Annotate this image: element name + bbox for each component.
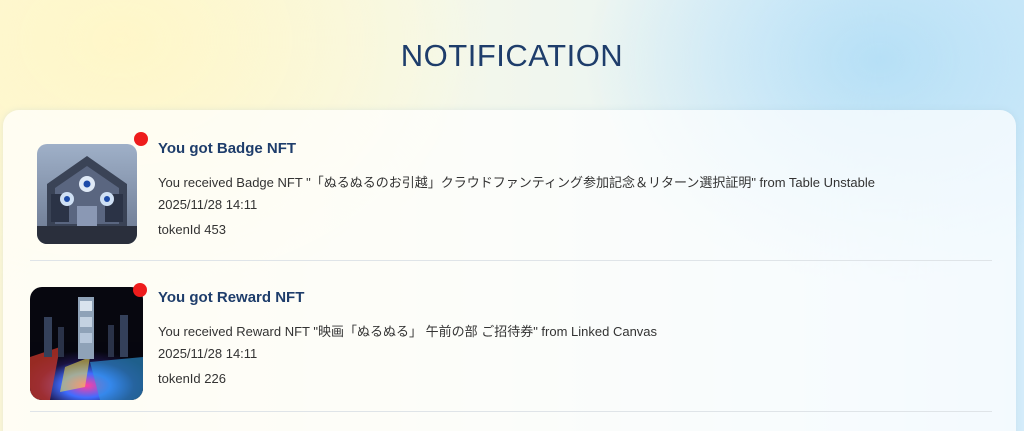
notification-item[interactable]: You got Reward NFT You received Reward N… (30, 261, 992, 412)
notification-timestamp: 2025/11/28 14:11 (158, 346, 258, 361)
unread-indicator (134, 132, 148, 146)
unread-indicator (133, 283, 147, 297)
notification-list: You got Badge NFT You received Badge NFT… (3, 110, 1016, 431)
notification-title: You got Reward NFT (158, 289, 305, 306)
notification-message: You received Reward NFT "映画「ぬるぬる」 午前の部 ご… (158, 324, 658, 339)
notification-title: You got Badge NFT (158, 140, 297, 157)
notification-token-id: tokenId 226 (158, 371, 226, 386)
notification-token-id: tokenId 453 (158, 222, 226, 237)
nft-thumbnail[interactable] (30, 287, 143, 400)
page-title: NOTIFICATION (400, 38, 624, 73)
nft-thumbnail[interactable] (37, 144, 137, 244)
notification-item[interactable]: You got Badge NFT You received Badge NFT… (30, 110, 992, 261)
notification-message: You received Badge NFT "「ぬるぬるのお引越」クラウドファ… (158, 175, 875, 190)
notification-timestamp: 2025/11/28 14:11 (158, 197, 258, 212)
